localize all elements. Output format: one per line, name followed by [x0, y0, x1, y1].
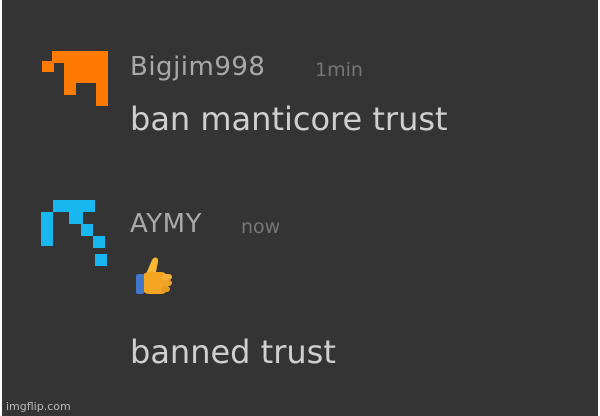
timestamp: 1min	[315, 59, 363, 81]
orange-pixel-face-icon[interactable]	[40, 48, 110, 108]
chat-window: Bigjim998 1min ban manticore trust AYMY …	[2, 0, 598, 416]
message-text: banned trust	[130, 333, 336, 371]
username[interactable]: Bigjim998	[130, 52, 265, 82]
cyan-pixel-pickaxe-icon[interactable]	[39, 198, 109, 270]
username[interactable]: AYMY	[130, 209, 202, 239]
thumbs-up-icon	[136, 257, 172, 294]
watermark: imgflip.com	[6, 400, 71, 413]
timestamp: now	[241, 216, 281, 238]
message-text: ban manticore trust	[130, 100, 448, 138]
